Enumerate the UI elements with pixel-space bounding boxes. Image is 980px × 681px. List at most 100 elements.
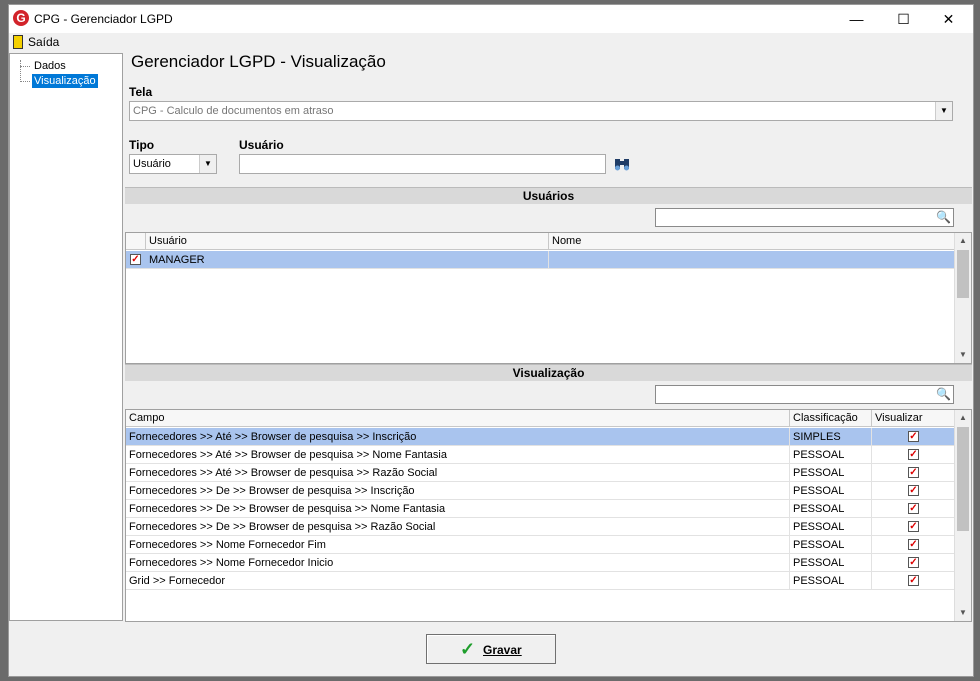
visualizar-checkbox[interactable]: ✓ [908,467,919,478]
table-row[interactable]: Fornecedores >> Nome Fornecedor Inicio P… [126,554,955,572]
page-title: Gerenciador LGPD - Visualização [131,52,386,71]
grid-header: Usuário Nome [126,233,955,250]
save-button[interactable]: ✓ Gravar [426,634,556,664]
tipo-label: Tipo [129,138,155,152]
visualizar-cell: ✓ [872,536,955,554]
title-bar: G CPG - Gerenciador LGPD — ☐ ✕ [9,5,973,33]
nome-cell [549,251,955,269]
scroll-thumb[interactable] [957,427,969,531]
classificacao-cell: SIMPLES [790,428,872,446]
campo-cell: Fornecedores >> Até >> Browser de pesqui… [126,446,790,464]
classificacao-cell: PESSOAL [790,518,872,536]
exit-door-icon [13,35,23,49]
visualizar-cell: ✓ [872,464,955,482]
visualizar-checkbox[interactable]: ✓ [908,521,919,532]
visualizar-cell: ✓ [872,572,955,590]
tipo-value: Usuário [133,158,171,170]
campo-cell: Fornecedores >> De >> Browser de pesquis… [126,482,790,500]
table-row[interactable]: Fornecedores >> Até >> Browser de pesqui… [126,446,955,464]
table-row[interactable]: Fornecedores >> De >> Browser de pesquis… [126,500,955,518]
usuarios-section-header: Usuários [125,187,972,204]
exit-menu-label: Saída [28,35,60,49]
scroll-down-icon[interactable]: ▼ [955,605,971,621]
visualizar-checkbox[interactable]: ✓ [908,557,919,568]
visualizacao-search-input[interactable]: 🔍 [655,385,954,404]
visualizacao-scrollbar[interactable]: ▲ ▼ [954,410,971,621]
classificacao-cell: PESSOAL [790,536,872,554]
visualizar-checkbox[interactable]: ✓ [908,575,919,586]
classificacao-cell: PESSOAL [790,482,872,500]
scroll-thumb[interactable] [957,250,969,298]
usuario-label: Usuário [239,138,284,152]
scroll-up-icon[interactable]: ▲ [955,410,971,426]
classificacao-cell: PESSOAL [790,572,872,590]
tree-connector [20,60,30,80]
usuarios-grid: Usuário Nome ✓ MANAGER ▲ ▼ [125,232,972,364]
usuario-cell: MANAGER [146,251,549,269]
tela-select[interactable]: CPG - Calculo de documentos em atraso ▼ [129,101,953,121]
visualizar-checkbox[interactable]: ✓ [908,503,919,514]
campo-cell: Fornecedores >> De >> Browser de pesquis… [126,518,790,536]
visualizar-checkbox[interactable]: ✓ [908,485,919,496]
row-checkbox[interactable]: ✓ [130,254,141,265]
app-logo-icon: G [13,10,29,26]
app-window: G CPG - Gerenciador LGPD — ☐ ✕ Saída Dad… [8,4,974,677]
table-row[interactable]: Grid >> Fornecedor PESSOAL ✓ [126,572,955,590]
table-row[interactable]: Fornecedores >> Nome Fornecedor Fim PESS… [126,536,955,554]
menu-bar: Saída [9,33,973,51]
usuario-input[interactable] [239,154,606,174]
table-row[interactable]: Fornecedores >> Até >> Browser de pesqui… [126,428,955,446]
maximize-button[interactable]: ☐ [881,5,926,33]
campo-cell: Fornecedores >> Nome Fornecedor Fim [126,536,790,554]
tree-connector [20,66,30,67]
visualizar-cell: ✓ [872,482,955,500]
campo-cell: Fornecedores >> Até >> Browser de pesqui… [126,464,790,482]
tela-value: CPG - Calculo de documentos em atraso [133,105,334,117]
classificacao-cell: PESSOAL [790,500,872,518]
minimize-button[interactable]: — [834,5,879,33]
window-title: CPG - Gerenciador LGPD [34,12,173,26]
visualizar-checkbox[interactable]: ✓ [908,449,919,460]
chevron-down-icon: ▼ [935,102,952,120]
grid-header-select [126,233,146,250]
tela-label: Tela [129,85,153,99]
search-icon[interactable]: 🔍 [936,210,951,224]
campo-cell: Grid >> Fornecedor [126,572,790,590]
usuarios-search-input[interactable]: 🔍 [655,208,954,227]
classificacao-cell: PESSOAL [790,464,872,482]
classificacao-cell: PESSOAL [790,446,872,464]
binoculars-icon[interactable] [614,157,630,172]
tipo-select[interactable]: Usuário ▼ [129,154,217,174]
grid-header-campo[interactable]: Campo [126,410,790,427]
table-row[interactable]: ✓ MANAGER [126,251,955,269]
visualizar-cell: ✓ [872,554,955,572]
chevron-down-icon: ▼ [199,155,216,173]
scroll-up-icon[interactable]: ▲ [955,233,971,249]
check-icon: ✓ [460,639,476,659]
visualizacao-grid: Campo Classificação Visualizar Fornecedo… [125,409,972,622]
campo-cell: Fornecedores >> De >> Browser de pesquis… [126,500,790,518]
navigation-tree: Dados Visualização [9,53,123,621]
grid-header-visualizar[interactable]: Visualizar [872,410,955,427]
usuarios-scrollbar[interactable]: ▲ ▼ [954,233,971,363]
visualizar-cell: ✓ [872,446,955,464]
visualizar-checkbox[interactable]: ✓ [908,539,919,550]
save-button-label: Gravar [483,643,522,657]
visualizar-cell: ✓ [872,428,955,446]
tree-item-visualizacao[interactable]: Visualização [32,74,98,88]
grid-header-nome[interactable]: Nome [549,233,955,250]
visualizar-cell: ✓ [872,518,955,536]
grid-header-classificacao[interactable]: Classificação [790,410,872,427]
grid-header-usuario[interactable]: Usuário [146,233,549,250]
visualizar-checkbox[interactable]: ✓ [908,431,919,442]
search-icon[interactable]: 🔍 [936,387,951,401]
close-button[interactable]: ✕ [926,5,971,33]
campo-cell: Fornecedores >> Nome Fornecedor Inicio [126,554,790,572]
tree-item-dados[interactable]: Dados [32,59,68,73]
scroll-down-icon[interactable]: ▼ [955,347,971,363]
table-row[interactable]: Fornecedores >> De >> Browser de pesquis… [126,518,955,536]
table-row[interactable]: Fornecedores >> De >> Browser de pesquis… [126,482,955,500]
table-row[interactable]: Fornecedores >> Até >> Browser de pesqui… [126,464,955,482]
visualizar-cell: ✓ [872,500,955,518]
visualizacao-section-header: Visualização [125,364,972,381]
